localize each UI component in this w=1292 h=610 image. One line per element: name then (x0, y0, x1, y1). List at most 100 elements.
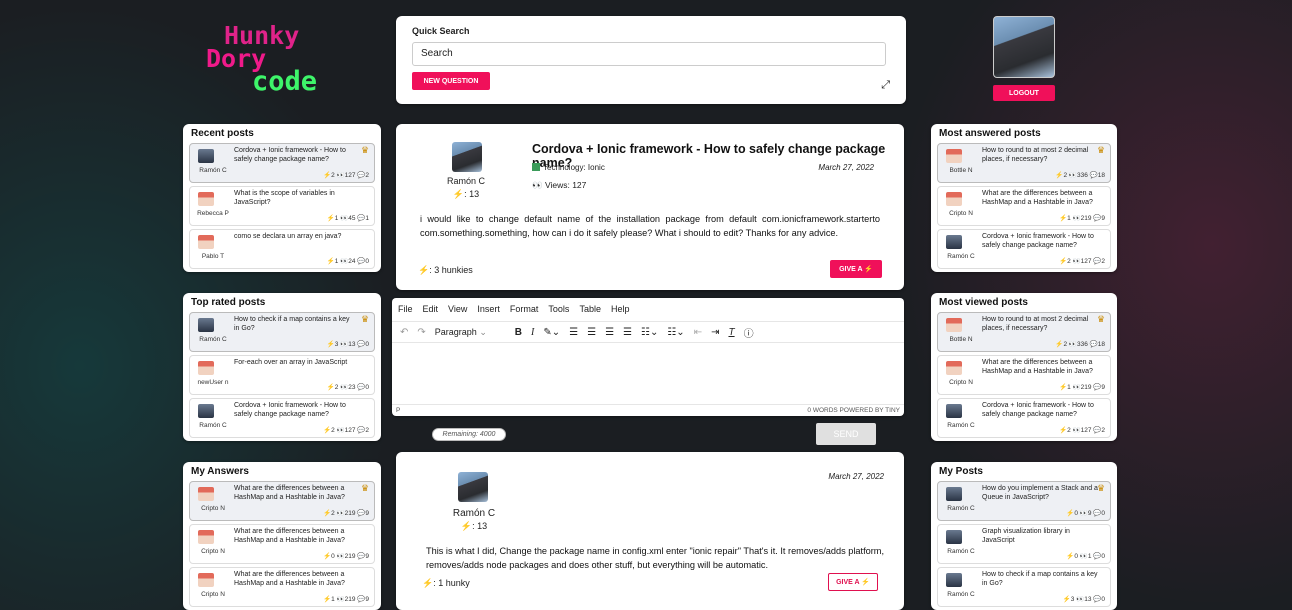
post-card[interactable]: Rebecca P What is the scope of variables … (189, 186, 375, 226)
post-title: What is the scope of variables in JavaSc… (234, 190, 335, 206)
outdent-icon[interactable]: ⇤ (694, 327, 702, 338)
user-avatar[interactable] (993, 16, 1055, 78)
editor-menu-file[interactable]: File (398, 304, 413, 314)
help-icon[interactable]: ⓘ (744, 325, 754, 340)
avatar (198, 149, 214, 163)
site-logo[interactable]: Hunky Dory code (206, 23, 336, 104)
editor-menu-table[interactable]: Table (579, 304, 601, 314)
editor-menu-help[interactable]: Help (611, 304, 630, 314)
crown-icon: ♛ (361, 483, 370, 493)
editor-menu-view[interactable]: View (448, 304, 467, 314)
post-title: How do you implement a Stack and a Queue… (982, 485, 1098, 501)
post-card[interactable]: Cripto N What are the differences between… (937, 355, 1111, 395)
top-rated-posts-panel: Top rated posts Ramón C How to check if a … (183, 293, 381, 441)
post-card[interactable]: Ramón C Graph visualization library in Ja… (937, 524, 1111, 564)
post-card[interactable]: Cripto N What are the differences between… (189, 524, 375, 564)
post-stats: ⚡3 👀13 💬0 (326, 341, 369, 348)
give-hunky-button[interactable]: GIVE A ⚡ (830, 260, 882, 278)
editor-menu-format[interactable]: Format (510, 304, 539, 314)
views-label: Views: 127 (544, 180, 587, 190)
answer-author-name[interactable]: Ramón C (444, 508, 504, 519)
expand-icon[interactable]: ⤢ (881, 79, 890, 92)
question-date: March 27, 2022 (818, 163, 874, 172)
bold-icon[interactable]: B (515, 327, 522, 338)
editor-menu-insert[interactable]: Insert (477, 304, 500, 314)
post-card[interactable]: Cripto N What are the differences between… (937, 186, 1111, 226)
post-author: Ramón C (199, 422, 227, 429)
search-input[interactable]: Search (412, 42, 886, 66)
crown-icon: ♛ (1097, 483, 1106, 493)
crown-icon: ♛ (361, 314, 370, 324)
post-card[interactable]: Ramón C How to check if a map contains a … (937, 567, 1111, 607)
post-author: Bottle N (949, 336, 973, 343)
align-right-icon[interactable]: ☰ (605, 327, 614, 338)
my-answers-panel: My Answers Cripto N What are the differenc… (183, 462, 381, 610)
panel-title: Most answered posts (939, 128, 1041, 139)
numbered-list-icon[interactable]: ☷⌄ (667, 327, 684, 338)
post-stats: ⚡2 👀23 💬0 (326, 384, 369, 391)
crown-icon: ♛ (361, 145, 370, 155)
post-card[interactable]: Bottle N How to round to at most 2 decima… (937, 312, 1111, 352)
align-left-icon[interactable]: ☰ (569, 327, 578, 338)
post-stats: ⚡2 👀127 💬2 (1059, 427, 1105, 434)
post-card[interactable]: Ramón C Cordova + Ionic framework - How t… (937, 398, 1111, 438)
editor-word-count[interactable]: 0 WORDS POWERED BY TINY (807, 407, 900, 414)
post-title: como se declara un array en java? (234, 233, 342, 240)
post-card[interactable]: Cripto N What are the differences between… (189, 481, 375, 521)
post-card[interactable]: Bottle N How to round to at most 2 decima… (937, 143, 1111, 183)
avatar (198, 487, 214, 501)
align-justify-icon[interactable]: ☰ (623, 327, 632, 338)
post-title: How to round to at most 2 decimal places… (982, 147, 1089, 163)
redo-icon[interactable]: ↷ (417, 327, 425, 338)
undo-icon[interactable]: ↶ (400, 327, 408, 338)
block-format-value: Paragraph (434, 326, 477, 337)
post-stats: ⚡2 👀127 💬2 (323, 172, 369, 179)
bullet-list-icon[interactable]: ☷⌄ (641, 327, 658, 338)
avatar (946, 361, 962, 375)
most-viewed-posts-panel: Most viewed posts Bottle N How to round to… (931, 293, 1117, 441)
answer-hunkies: ⚡: 1 hunky (422, 578, 470, 588)
send-button[interactable]: SEND (816, 423, 876, 445)
answer-author-score: ⚡: 13 (460, 521, 488, 531)
post-card[interactable]: Cripto N What are the differences between… (189, 567, 375, 607)
post-card[interactable]: newUser n For-each over an array in JavaS… (189, 355, 375, 395)
highlight-icon[interactable]: ✎⌄ (543, 327, 560, 338)
post-card[interactable]: Ramón C Cordova + Ionic framework - How t… (189, 143, 375, 183)
post-stats: ⚡1 👀219 💬9 (1059, 215, 1105, 222)
question-author-avatar[interactable] (452, 142, 482, 172)
question-technology: Technology: Ionic (532, 163, 605, 172)
post-stats: ⚡2 👀219 💬9 (323, 510, 369, 517)
avatar (946, 404, 962, 418)
post-title: For-each over an array in JavaScript (234, 359, 348, 366)
crown-icon: ♛ (1097, 314, 1106, 324)
logout-button[interactable]: LOGOUT (993, 85, 1055, 101)
editor-menu-tools[interactable]: Tools (548, 304, 569, 314)
most-answered-posts-panel: Most answered posts Bottle N How to round … (931, 124, 1117, 272)
block-format-select[interactable]: Paragraph ⌄ (435, 327, 505, 338)
editor-text-area[interactable] (392, 344, 904, 404)
indent-icon[interactable]: ⇥ (711, 327, 719, 338)
post-card[interactable]: Ramón C How to check if a map contains a … (189, 312, 375, 352)
my-posts-panel: My Posts Ramón C How do you implement a St… (931, 462, 1117, 610)
clear-format-icon[interactable]: T (728, 327, 734, 338)
post-title: What are the differences between a HashM… (234, 571, 345, 587)
post-card[interactable]: Pablo T como se declara un array en java?… (189, 229, 375, 269)
post-stats: ⚡1 👀24 💬0 (326, 258, 369, 265)
answer-author-avatar[interactable] (458, 472, 488, 502)
align-center-icon[interactable]: ☰ (587, 327, 596, 338)
post-card[interactable]: Ramón C Cordova + Ionic framework - How t… (937, 229, 1111, 269)
post-stats: ⚡0 👀219 💬9 (323, 553, 369, 560)
editor-menu-edit[interactable]: Edit (423, 304, 439, 314)
give-hunky-button[interactable]: GIVE A ⚡ (828, 573, 878, 591)
italic-icon[interactable]: I (531, 327, 534, 338)
panel-title: Top rated posts (191, 297, 266, 308)
technology-label: Technology: Ionic (543, 163, 605, 172)
post-author: Ramón C (947, 505, 975, 512)
post-card[interactable]: Ramón C How do you implement a Stack and … (937, 481, 1111, 521)
avatar (946, 487, 962, 501)
question-author-name[interactable]: Ramón C (436, 176, 496, 186)
post-stats: ⚡0 👀9 💬0 (1066, 510, 1105, 517)
new-question-button[interactable]: NEW QUESTION (412, 72, 490, 90)
post-card[interactable]: Ramón C Cordova + Ionic framework - How t… (189, 398, 375, 438)
panel-title: My Posts (939, 466, 983, 477)
